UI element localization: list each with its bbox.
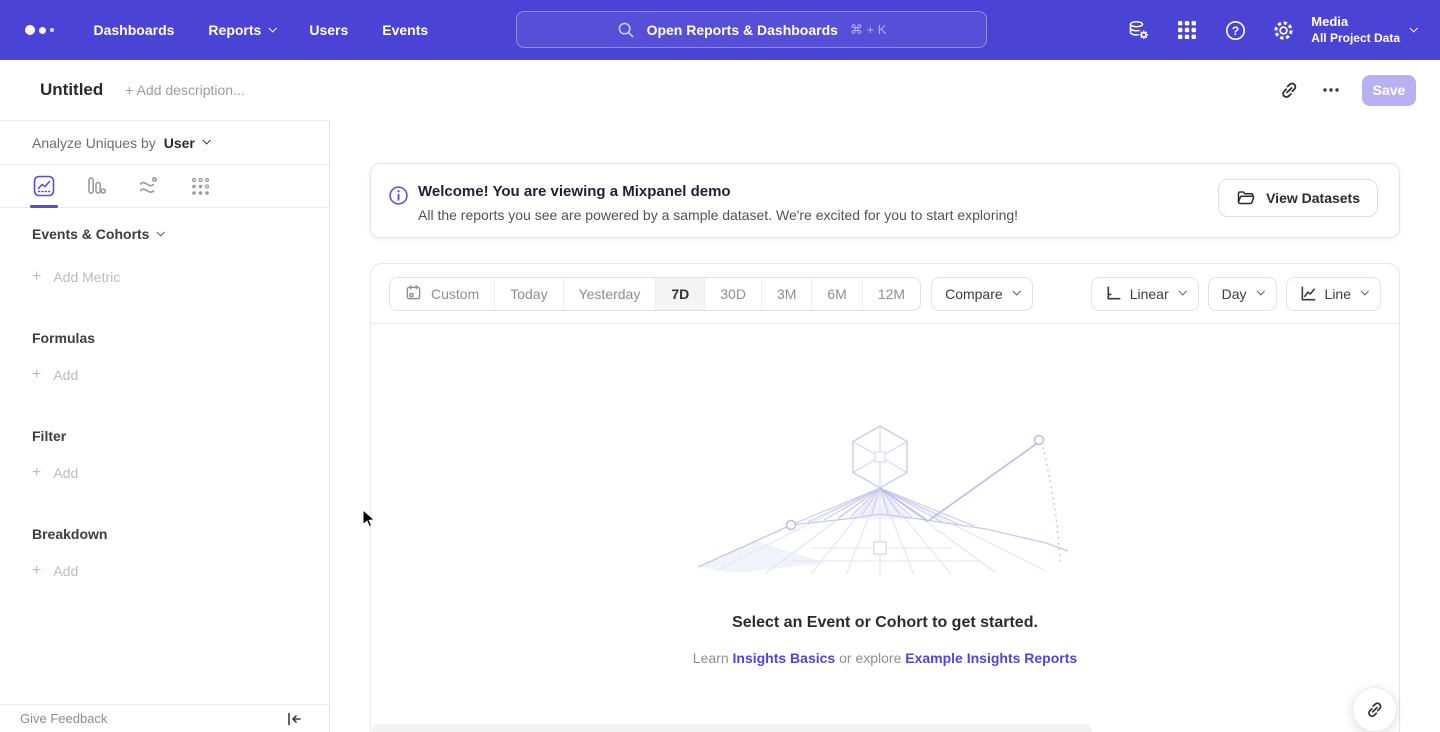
nav-item-events[interactable]: Events [382, 22, 428, 38]
example-insights-reports-link[interactable]: Example Insights Reports [905, 650, 1077, 666]
nav-item-users[interactable]: Users [309, 22, 348, 38]
nav-item-reports[interactable]: Reports [208, 22, 275, 38]
tab-line-chart[interactable] [30, 165, 58, 208]
compare-button[interactable]: Compare [931, 277, 1033, 311]
add-formula-button[interactable]: +Add [32, 366, 329, 384]
chart-display-controls: Linear Day Line [1091, 277, 1381, 311]
empty-state-title: Select an Event or Cohort to get started… [371, 614, 1399, 632]
search-icon [617, 21, 635, 39]
info-icon [388, 185, 409, 211]
chevron-down-icon [1178, 287, 1186, 295]
range-custom[interactable]: Custom [390, 278, 495, 310]
global-search[interactable]: Open Reports & Dashboards ⌘ + K [516, 11, 987, 48]
range-7d[interactable]: 7D [656, 278, 705, 310]
project-selector[interactable]: Media All Project Data [1311, 14, 1400, 45]
plus-icon: + [32, 366, 41, 384]
report-header-actions: Save [1278, 60, 1416, 120]
events-cohorts-heading[interactable]: Events & Cohorts [32, 226, 329, 242]
controls-bar: Custom Today Yesterday 7D 30D 3M 6M 12M … [371, 264, 1399, 324]
add-description[interactable]: + Add description... [125, 82, 244, 98]
add-metric-button[interactable]: +Add Metric [32, 268, 329, 286]
chevron-down-icon [202, 136, 210, 144]
copy-link-icon[interactable] [1278, 79, 1300, 101]
chart-type-dropdown[interactable]: Line [1286, 277, 1381, 311]
plus-icon: + [32, 268, 41, 286]
insights-basics-link[interactable]: Insights Basics [733, 650, 836, 666]
empty-state-illustration [696, 421, 1076, 576]
analyze-row: Analyze Uniques by User [0, 121, 329, 165]
report-title[interactable]: Untitled [40, 80, 103, 100]
chevron-down-icon [1360, 287, 1368, 295]
analyze-value-dropdown[interactable]: User [164, 135, 209, 151]
data-management-icon[interactable] [1127, 18, 1151, 42]
flows-tab-icon [137, 175, 159, 197]
query-sidebar: Analyze Uniques by User Events & Cohorts… [0, 120, 330, 732]
tab-bar-chart[interactable] [82, 165, 110, 208]
grid-dots-tab-icon [189, 175, 211, 197]
save-button[interactable]: Save [1362, 75, 1416, 106]
nav-right: ? Media All Project Data [1103, 0, 1440, 60]
line-chart-tab-icon [33, 175, 55, 197]
report-header: Untitled + Add description... Save [0, 60, 1440, 120]
give-feedback-link[interactable]: Give Feedback [20, 711, 107, 726]
report-panel: Custom Today Yesterday 7D 30D 3M 6M 12M … [370, 263, 1400, 732]
settings-gear-icon[interactable] [1271, 18, 1295, 42]
bar-chart-tab-icon [85, 175, 107, 197]
mixpanel-logo-icon[interactable] [25, 25, 54, 35]
tab-metrics-grid[interactable] [186, 165, 214, 208]
project-scope: All Project Data [1311, 31, 1400, 46]
breakdown-heading: Breakdown [32, 526, 329, 542]
tab-flows-chart[interactable] [134, 165, 162, 208]
banner-title: Welcome! You are viewing a Mixpanel demo [418, 183, 731, 200]
add-filter-button[interactable]: +Add [32, 464, 329, 482]
nav-item-dashboards[interactable]: Dashboards [94, 22, 175, 38]
search-placeholder: Open Reports & Dashboards [647, 22, 838, 38]
svg-text:?: ? [1232, 24, 1239, 38]
share-link-fab[interactable] [1352, 687, 1397, 732]
view-datasets-button[interactable]: View Datasets [1218, 179, 1378, 217]
scale-dropdown[interactable]: Linear [1091, 277, 1199, 311]
empty-state-links: Learn Insights Basics or explore Example… [371, 650, 1399, 666]
analyze-label: Analyze Uniques by [32, 135, 156, 151]
collapse-sidebar-icon[interactable] [285, 710, 303, 728]
range-30d[interactable]: 30D [705, 278, 762, 310]
filter-heading: Filter [32, 428, 329, 444]
calendar-icon [405, 284, 422, 304]
line-chart-icon [1300, 285, 1317, 302]
plus-icon: + [32, 562, 41, 580]
sidebar-sections: Events & Cohorts +Add Metric Formulas +A… [0, 226, 329, 580]
chevron-down-icon [1012, 287, 1020, 295]
formulas-heading: Formulas [32, 330, 329, 346]
add-breakdown-button[interactable]: +Add [32, 562, 329, 580]
granularity-dropdown[interactable]: Day [1208, 277, 1277, 311]
folder-icon [1236, 188, 1256, 208]
welcome-banner: Welcome! You are viewing a Mixpanel demo… [370, 163, 1400, 238]
linear-axis-icon [1105, 285, 1122, 302]
range-yesterday[interactable]: Yesterday [564, 278, 657, 310]
project-name: Media [1311, 14, 1400, 30]
range-3m[interactable]: 3M [762, 278, 812, 310]
bottom-panel-edge [371, 724, 1093, 732]
plus-icon: + [32, 464, 41, 482]
chevron-down-icon[interactable] [1409, 24, 1417, 32]
range-12m[interactable]: 12M [863, 278, 920, 310]
range-6m[interactable]: 6M [812, 278, 862, 310]
main-content: Welcome! You are viewing a Mixpanel demo… [330, 120, 1440, 732]
more-options-icon[interactable] [1320, 79, 1342, 101]
top-nav: Dashboards Reports Users Events Open Rep… [0, 0, 1440, 60]
link-icon [1365, 700, 1384, 719]
chevron-down-icon [157, 228, 165, 236]
apps-grid-icon[interactable] [1175, 18, 1199, 42]
range-today[interactable]: Today [495, 278, 563, 310]
sidebar-footer: Give Feedback [0, 704, 329, 732]
date-range-segmented: Custom Today Yesterday 7D 30D 3M 6M 12M [389, 277, 921, 311]
chevron-down-icon [269, 24, 277, 32]
mixpanel-app: Dashboards Reports Users Events Open Rep… [0, 0, 1440, 732]
help-icon[interactable]: ? [1223, 18, 1247, 42]
chart-type-tabs [0, 165, 329, 208]
search-shortcut: ⌘ + K [850, 22, 887, 38]
banner-subtitle: All the reports you see are powered by a… [418, 207, 1018, 223]
chevron-down-icon [1256, 287, 1264, 295]
